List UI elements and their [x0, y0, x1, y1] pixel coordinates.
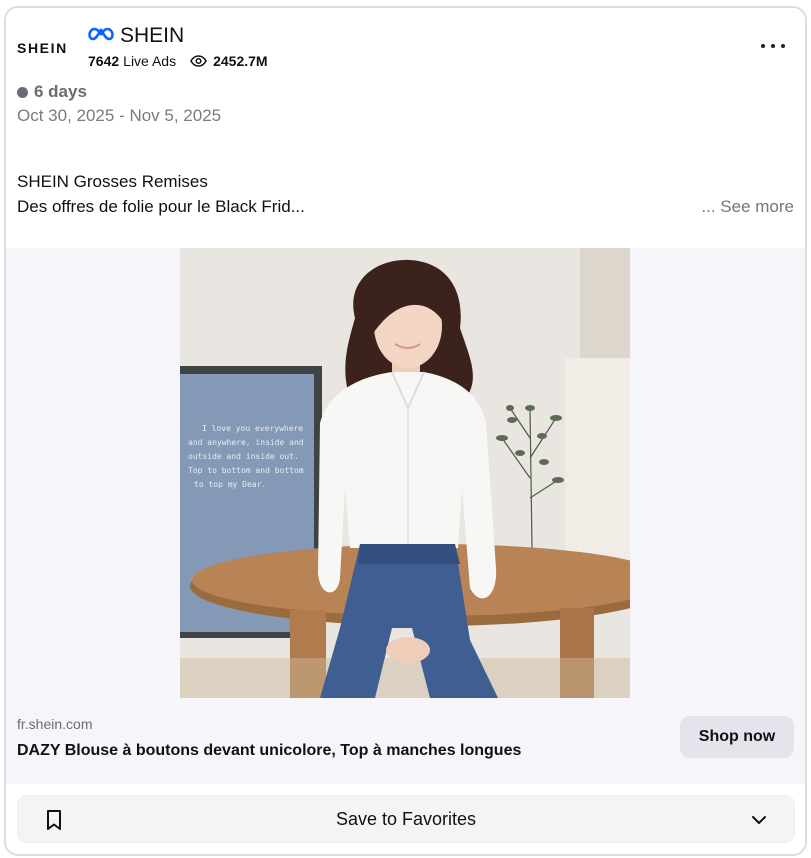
product-title[interactable]: DAZY Blouse à boutons devant unicolore, …	[17, 742, 521, 760]
artwork-text-line: to top my Dear.	[194, 480, 266, 489]
save-label: Save to Favorites	[335, 808, 477, 829]
ad-body: Des offres de folie pour le Black Frid..…	[17, 197, 305, 216]
advertiser-name[interactable]: SHEIN	[120, 24, 184, 48]
eye-icon	[190, 55, 207, 67]
live-ads-count: 7642	[88, 53, 120, 69]
artwork-text-line: and anywhere, inside and	[188, 438, 304, 447]
more-icon[interactable]	[761, 36, 785, 56]
live-ads-label: Live Ads	[123, 53, 177, 69]
bookmark-icon	[44, 809, 64, 836]
meta-icon	[88, 27, 114, 46]
advertiser-row: SHEIN	[88, 24, 184, 48]
ad-title: SHEIN Grosses Remises	[17, 172, 208, 191]
ad-duration: 6 days	[34, 82, 87, 101]
ad-image[interactable]: I love you everywhere and anywhere, insi…	[180, 248, 630, 698]
advertiser-logo[interactable]: SHEIN	[17, 40, 68, 56]
artwork-text-line: Top to bottom and bottom	[188, 466, 304, 475]
ad-date-range: Oct 30, 2025 - Nov 5, 2025	[17, 106, 222, 125]
views-count: 2452.7M	[213, 53, 268, 69]
chevron-down-icon[interactable]	[750, 811, 768, 834]
artwork-text-line: I love you everywhere	[202, 424, 303, 433]
ad-media: I love you everywhere and anywhere, insi…	[6, 248, 805, 698]
ad-header: SHEIN SHEIN 7642 Live Ads 2452.7M 6 days…	[6, 8, 805, 248]
see-more-link[interactable]: ... See more	[701, 197, 794, 217]
artwork-text-line: outside and inside out.	[188, 452, 299, 461]
ad-card: SHEIN SHEIN 7642 Live Ads 2452.7M 6 days…	[4, 6, 807, 856]
save-to-favorites-button[interactable]: Save to Favorites	[17, 795, 795, 843]
shop-now-button[interactable]: Shop now	[680, 716, 794, 758]
ad-link-section: fr.shein.com DAZY Blouse à boutons devan…	[6, 698, 805, 784]
link-domain[interactable]: fr.shein.com	[17, 716, 92, 732]
status-dot	[17, 86, 28, 98]
ad-status: 6 days	[17, 82, 87, 102]
advertiser-stats: 7642 Live Ads 2452.7M	[88, 53, 268, 69]
